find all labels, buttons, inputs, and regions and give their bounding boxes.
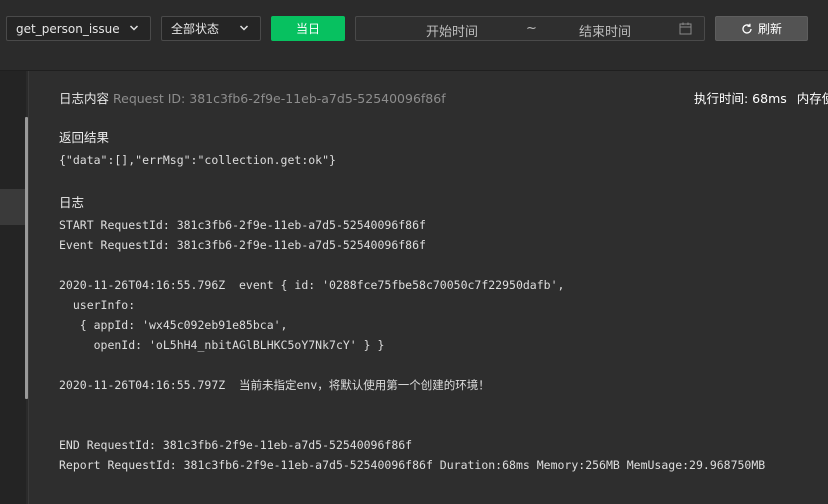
result-title: 返回结果 <box>59 130 110 145</box>
range-separator: ~ <box>526 21 537 36</box>
log-line: userInfo: <box>59 298 136 312</box>
log-line: { appId: 'wx45c092eb91e85bca', <box>59 318 288 332</box>
exec-time: 执行时间: 68ms <box>694 91 787 106</box>
log-metrics: 执行时间: 68ms 内存使 <box>694 88 828 107</box>
status-select[interactable]: 全部状态 <box>161 16 261 41</box>
log-line: openId: 'oL5hH4_nbitAGlBLHKC5oY7Nk7cY' }… <box>59 338 385 352</box>
side-list-selected-item[interactable] <box>0 189 26 225</box>
log-title: 日志内容 <box>59 91 110 106</box>
log-line: START RequestId: 381c3fb6-2f9e-11eb-a7d5… <box>59 218 426 232</box>
chevron-down-icon <box>239 25 249 31</box>
start-time-input[interactable]: 开始时间 <box>426 21 478 40</box>
log-line: 2020-11-26T04:16:55.797Z 当前未指定env，将默认使用第… <box>59 378 490 392</box>
toolbar: get_person_issue 全部状态 当日 开始时间 ~ 结束时间 刷新 <box>0 0 828 71</box>
log-line: END RequestId: 381c3fb6-2f9e-11eb-a7d5-5… <box>59 438 413 452</box>
log-line: Report RequestId: 381c3fb6-2f9e-11eb-a7d… <box>59 458 766 472</box>
scrollbar[interactable] <box>25 117 28 399</box>
end-time-input[interactable]: 结束时间 <box>579 21 631 40</box>
refresh-icon <box>742 23 752 34</box>
refresh-button[interactable]: 刷新 <box>715 16 808 41</box>
logs-title: 日志 <box>59 195 85 210</box>
log-line: 2020-11-26T04:16:55.796Z event { id: '02… <box>59 278 565 292</box>
today-button[interactable]: 当日 <box>271 16 345 41</box>
log-header: 日志内容 Request ID: 381c3fb6-2f9e-11eb-a7d5… <box>59 88 446 107</box>
calendar-icon <box>679 22 692 35</box>
refresh-label: 刷新 <box>757 22 782 36</box>
function-select[interactable]: get_person_issue <box>6 16 151 41</box>
request-id: Request ID: 381c3fb6-2f9e-11eb-a7d5-5254… <box>113 91 446 106</box>
result-body: {"data":[],"errMsg":"collection.get:ok"} <box>59 153 336 167</box>
date-range-picker[interactable]: 开始时间 ~ 结束时间 <box>355 16 705 41</box>
side-list <box>0 71 26 504</box>
memory-label: 内存使 <box>796 91 828 106</box>
function-select-value: get_person_issue <box>16 21 120 36</box>
status-select-value: 全部状态 <box>171 22 220 36</box>
log-line: Event RequestId: 381c3fb6-2f9e-11eb-a7d5… <box>59 238 426 252</box>
chevron-down-icon <box>129 25 139 31</box>
